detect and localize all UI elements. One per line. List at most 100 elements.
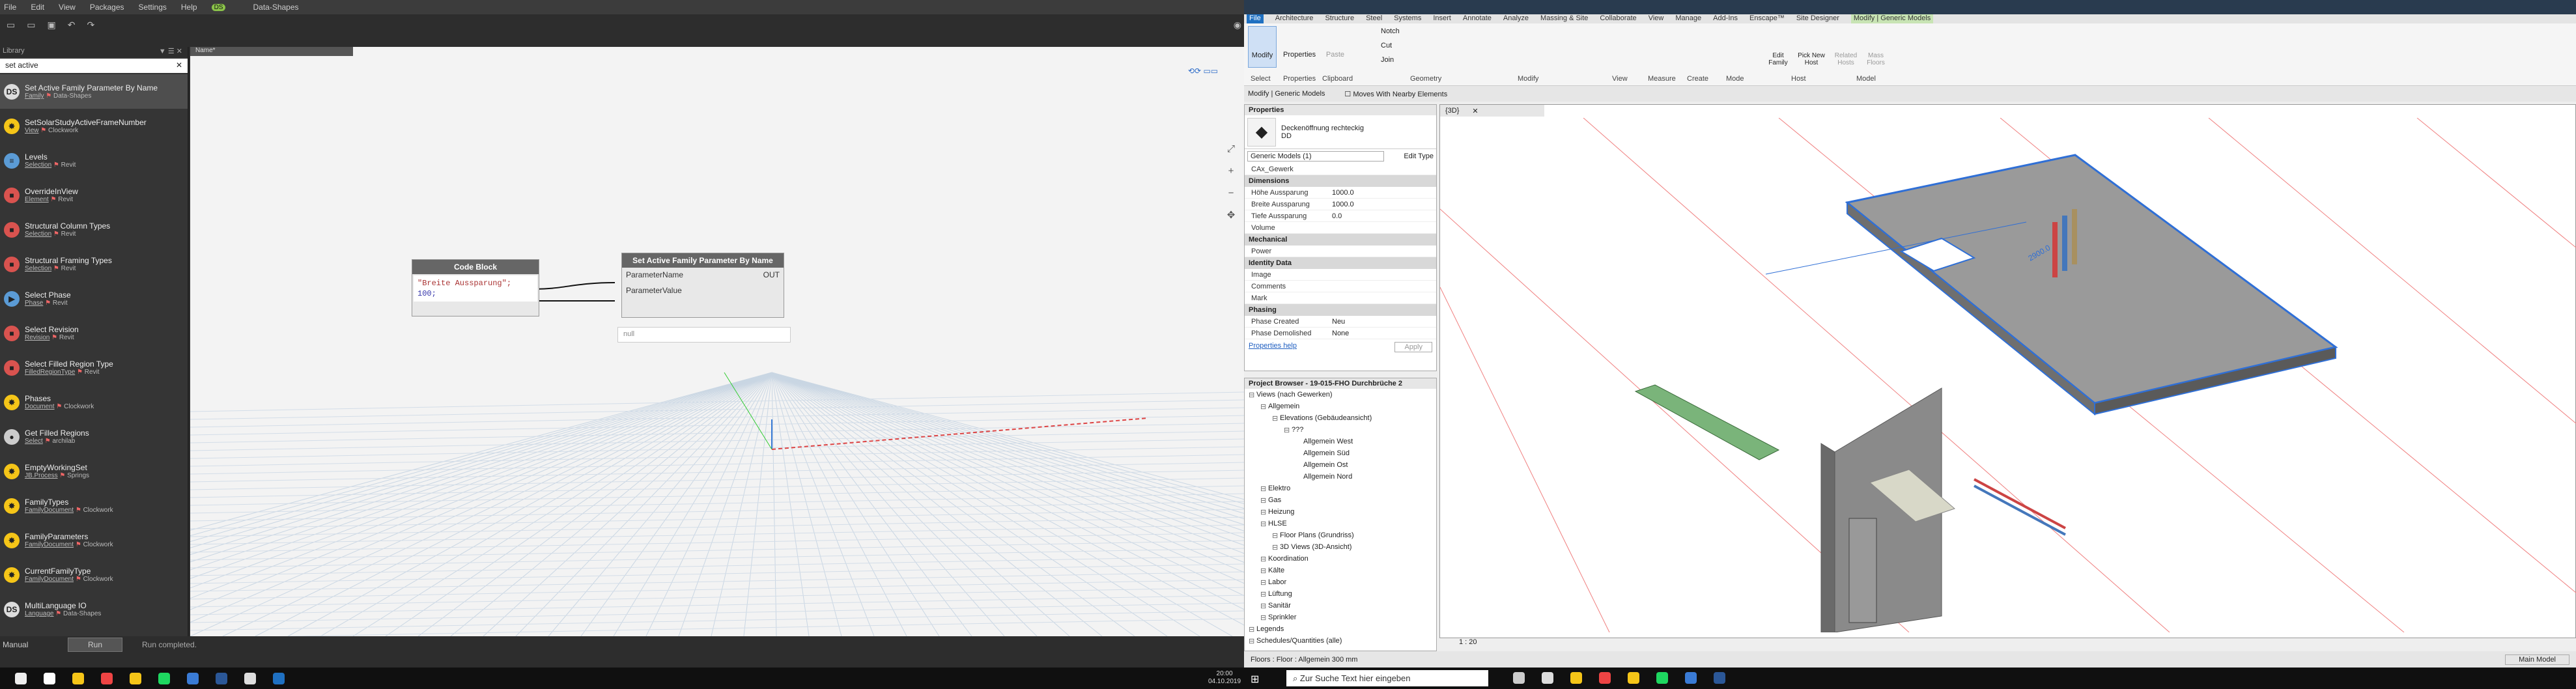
properties-button[interactable]: Properties	[1283, 26, 1316, 68]
library-result-item[interactable]: ▶ Select Phase Phase ⚑ Revit	[0, 281, 188, 316]
dynamo-workspace[interactable]: Code Block "Breite Aussparung"; 100; Set…	[190, 47, 1244, 636]
ribbon-tab[interactable]: View	[1649, 14, 1664, 23]
taskbar-app-icon[interactable]	[158, 672, 170, 684]
taskbar-app-icon[interactable]	[15, 672, 27, 684]
taskbar-app-icon[interactable]	[1513, 672, 1525, 684]
browser-tree-item[interactable]: Allgemein Ost	[1245, 459, 1436, 471]
menu-file[interactable]: File	[4, 3, 16, 12]
property-row[interactable]: CAx_Gewerk	[1245, 163, 1436, 175]
related-hosts-button[interactable]: Related Hosts	[1833, 52, 1859, 66]
browser-tree-item[interactable]: Allgemein Süd	[1245, 447, 1436, 459]
edit-family-button[interactable]: Edit Family	[1765, 52, 1791, 66]
join-button[interactable]: Join	[1381, 56, 1394, 64]
library-result-item[interactable]: ● Get Filled Regions Select ⚑ archilab	[0, 419, 188, 454]
zoom-out-icon[interactable]: −	[1224, 182, 1238, 204]
expand-icon[interactable]: ⊟	[1260, 555, 1268, 563]
filter-icon[interactable]: ▼ ☰ ✕	[159, 47, 188, 57]
property-value[interactable]: 0.0	[1329, 212, 1436, 220]
expand-icon[interactable]: ⊟	[1284, 426, 1292, 434]
library-result-item[interactable]: ≡ Levels Selection ⚑ Revit	[0, 143, 188, 178]
expand-icon[interactable]: ⊟	[1260, 613, 1268, 622]
ribbon-tab[interactable]: Collaborate	[1600, 14, 1636, 23]
output-port-out[interactable]: OUT	[763, 270, 780, 302]
property-section-header[interactable]: Phasing	[1245, 304, 1436, 316]
taskbar-app-icon[interactable]	[1714, 672, 1725, 684]
property-row[interactable]: Phase Demolished None	[1245, 328, 1436, 339]
property-row[interactable]: Image	[1245, 269, 1436, 281]
expand-icon[interactable]: ⊟	[1272, 543, 1280, 552]
browser-tree-item[interactable]: ⊟ 3D Views (3D-Ansicht)	[1245, 541, 1436, 553]
run-mode-select[interactable]: Manual	[3, 640, 55, 649]
ribbon-tab[interactable]: Massing & Site	[1540, 14, 1588, 23]
ribbon-tab[interactable]: Systems	[1394, 14, 1421, 23]
expand-icon[interactable]: ⊟	[1249, 391, 1256, 399]
menu-settings[interactable]: Settings	[139, 3, 167, 12]
library-result-item[interactable]: ✸ FamilyTypes FamilyDocument ⚑ Clockwork	[0, 488, 188, 523]
clear-search-icon[interactable]: ✕	[176, 61, 182, 71]
browser-tree-item[interactable]: ⊟ Koordination	[1245, 553, 1436, 565]
menu-view[interactable]: View	[59, 3, 76, 12]
library-search-input[interactable]: set active ✕	[0, 59, 188, 73]
ribbon-tab[interactable]: Annotate	[1463, 14, 1492, 23]
ribbon-tab[interactable]: File	[1247, 14, 1264, 23]
paste-button[interactable]: Paste	[1322, 26, 1348, 68]
expand-icon[interactable]: ⊟	[1260, 402, 1268, 411]
cut-button[interactable]: Cut	[1381, 42, 1392, 49]
ribbon-tab[interactable]: Enscape™	[1749, 14, 1785, 23]
property-row[interactable]: Mark	[1245, 292, 1436, 304]
property-value[interactable]: 1000.0	[1329, 189, 1436, 197]
property-section-header[interactable]: Mechanical	[1245, 234, 1436, 246]
active-model[interactable]: Main Model	[2505, 654, 2569, 665]
library-result-item[interactable]: ■ Select Filled Region Type FilledRegion…	[0, 350, 188, 385]
browser-tree-item[interactable]: ⊟ Heizung	[1245, 506, 1436, 518]
view-tab-3d[interactable]: {3D} ✕	[1440, 105, 1544, 117]
3d-view-window[interactable]: {3D} ✕ 2900.0	[1439, 104, 2576, 638]
library-result-item[interactable]: ✸ Phases Document ⚑ Clockwork	[0, 385, 188, 419]
ribbon-tab[interactable]: Steel	[1366, 14, 1382, 23]
browser-tree-item[interactable]: Allgemein Nord	[1245, 471, 1436, 483]
library-result-item[interactable]: ■ Structural Column Types Selection ⚑ Re…	[0, 212, 188, 247]
browser-tree-item[interactable]: ⊟ Sprinkler	[1245, 612, 1436, 623]
taskbar-app-icon[interactable]	[1628, 672, 1639, 684]
node-preview-bubble[interactable]: null	[617, 327, 791, 343]
browser-tree-item[interactable]: ⊟ Views (nach Gewerken)	[1245, 389, 1436, 401]
property-value[interactable]: Neu	[1329, 318, 1436, 326]
ribbon-tab[interactable]: Analyze	[1503, 14, 1529, 23]
taskbar-app-icon[interactable]	[244, 672, 256, 684]
expand-icon[interactable]: ⊟	[1249, 625, 1256, 634]
library-result-item[interactable]: DS MultiLanguage IO Language ⚑ Data-Shap…	[0, 592, 188, 626]
browser-tree-item[interactable]: ⊟ Labor	[1245, 576, 1436, 588]
library-result-item[interactable]: ■ Structural Framing Types Selection ⚑ R…	[0, 247, 188, 281]
ribbon-tab[interactable]: Site Designer	[1796, 14, 1839, 23]
apply-button[interactable]: Apply	[1394, 342, 1432, 352]
ribbon-tab[interactable]: Modify | Generic Models	[1850, 14, 1934, 23]
properties-help-link[interactable]: Properties help	[1249, 342, 1297, 352]
browser-tree-item[interactable]: ⊟ Elektro	[1245, 483, 1436, 494]
start-button[interactable]: ⊞	[1251, 673, 1259, 686]
workspace-tab[interactable]: Name*	[190, 47, 353, 56]
property-row[interactable]: Comments	[1245, 281, 1436, 292]
property-row[interactable]: Volume	[1245, 222, 1436, 234]
zoom-in-icon[interactable]: +	[1224, 160, 1238, 182]
taskbar-search-box[interactable]: ⌕ Zur Suche Text hier eingeben	[1286, 670, 1488, 686]
zoom-fit-icon[interactable]: ⤢	[1224, 138, 1238, 160]
redo-icon[interactable]: ↷	[87, 20, 94, 31]
library-result-item[interactable]: ■ OverrideInView Element ⚑ Revit	[0, 178, 188, 212]
camera-icon[interactable]: ◉	[1234, 20, 1241, 31]
library-result-item[interactable]: ✸ CurrentFamilyType FamilyDocument ⚑ Clo…	[0, 557, 188, 592]
property-row[interactable]: Breite Aussparung 1000.0	[1245, 199, 1436, 210]
menu-packages[interactable]: Packages	[90, 3, 124, 12]
ribbon-tab[interactable]: Add-Ins	[1713, 14, 1738, 23]
browser-tree-item[interactable]: ⊟ Gas	[1245, 494, 1436, 506]
property-row[interactable]: Höhe Aussparung 1000.0	[1245, 187, 1436, 199]
mass-floors-button[interactable]: Mass Floors	[1863, 52, 1889, 66]
input-port-parameter-value[interactable]: ParameterValue	[626, 286, 683, 302]
new-file-icon[interactable]: ▭	[7, 20, 15, 31]
expand-icon[interactable]: ⊟	[1272, 531, 1280, 540]
library-result-item[interactable]: ✸ FamilyParameters FamilyDocument ⚑ Cloc…	[0, 523, 188, 557]
library-result-item[interactable]: ✸ SetSolarStudyActiveFrameNumber View ⚑ …	[0, 109, 188, 143]
code-line-1[interactable]: "Breite Aussparung";	[418, 278, 533, 288]
taskbar-clock[interactable]: 20:00 04.10.2019	[1208, 670, 1241, 686]
property-section-header[interactable]: Dimensions	[1245, 175, 1436, 187]
browser-tree-item[interactable]: ⊟ Lüftung	[1245, 588, 1436, 600]
